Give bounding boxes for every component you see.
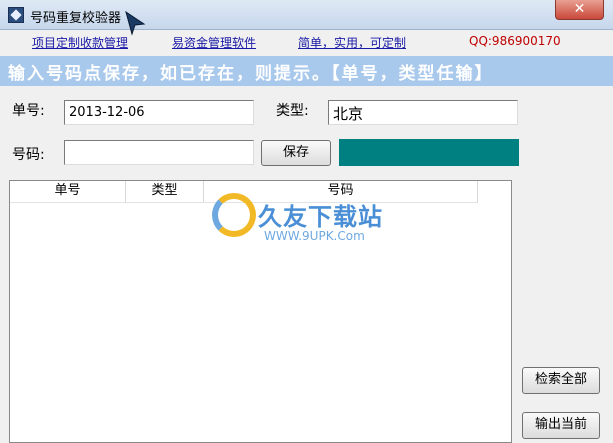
records-list[interactable]: 单号 类型 号码 [9, 180, 512, 443]
window-title: 号码重复校验器 [30, 11, 122, 26]
order-label: 单号: [12, 103, 45, 119]
column-header-type[interactable]: 类型 [126, 181, 204, 203]
type-input[interactable]: 北京 [328, 100, 518, 125]
instruction-banner: 输入号码点保存，如已存在，则提示。【单号，类型任输】 [0, 56, 613, 86]
number-input[interactable] [64, 140, 254, 165]
search-all-button[interactable]: 检索全部 [522, 367, 600, 394]
qq-contact: QQ:986900170 [469, 34, 561, 48]
title-bar: 号码重复校验器 ✕ [0, 0, 613, 36]
export-current-button[interactable]: 输出当前 [522, 412, 600, 439]
column-header-number[interactable]: 号码 [204, 181, 478, 203]
link-custom-payment[interactable]: 项目定制收款管理 [32, 34, 128, 51]
banner-text: 输入号码点保存，如已存在，则提示。【单号，类型任输】 [8, 64, 494, 84]
status-box [339, 139, 519, 166]
order-input[interactable]: 2013-12-06 [64, 100, 254, 125]
cursor-icon [125, 10, 146, 36]
number-label: 号码: [12, 147, 45, 163]
close-button[interactable]: ✕ [555, 0, 604, 20]
link-finance-software[interactable]: 易资金管理软件 [172, 34, 256, 51]
save-button[interactable]: 保存 [261, 140, 331, 166]
type-label: 类型: [276, 103, 309, 119]
app-icon [8, 7, 24, 23]
column-header-order[interactable]: 单号 [10, 181, 126, 203]
link-slogan[interactable]: 简单，实用，可定制 [298, 34, 406, 51]
